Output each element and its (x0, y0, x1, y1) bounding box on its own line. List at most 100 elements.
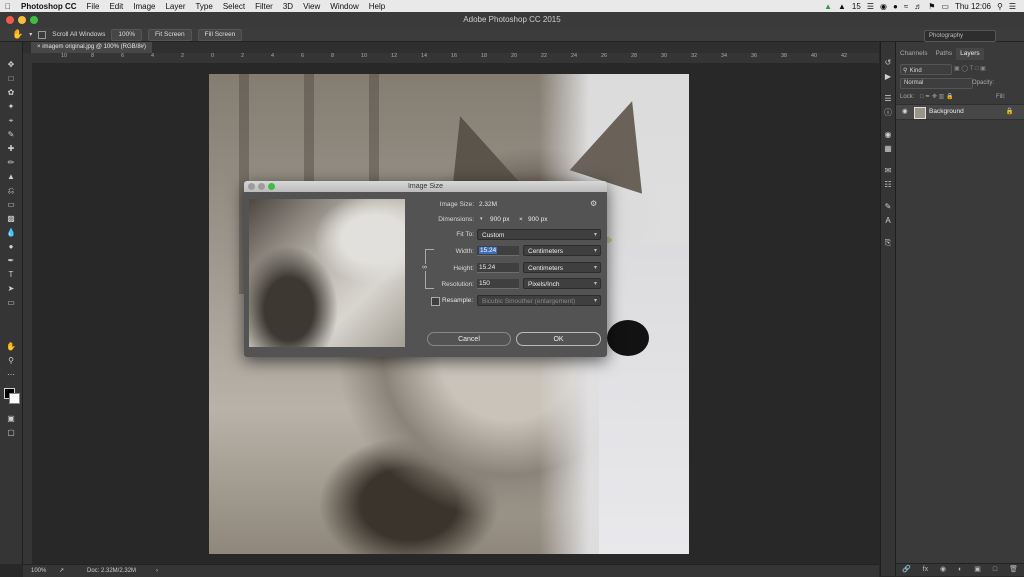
menu-type[interactable]: Type (190, 2, 217, 11)
menu-window[interactable]: Window (325, 2, 363, 11)
eye-icon[interactable]: ◉ (902, 105, 908, 119)
more-tools-icon[interactable]: ⋯ (5, 370, 17, 380)
resolution-input[interactable]: 150 (477, 279, 519, 289)
settings-gear-icon[interactable]: ⚙ (590, 199, 597, 208)
swatches-icon[interactable]: ▦ (883, 144, 893, 154)
flag-icon[interactable]: ⚑ (928, 2, 935, 11)
info-icon[interactable]: ⓘ (883, 108, 893, 118)
fill-screen-button[interactable]: Fill Screen (197, 28, 243, 41)
dodge-tool-icon[interactable]: ● (5, 242, 17, 252)
character-icon[interactable]: A (883, 216, 893, 226)
fit-to-select[interactable]: Custom ▾ (477, 229, 601, 240)
bell-icon[interactable]: ◉ (880, 2, 887, 11)
history-brush-icon[interactable]: ⎌ (5, 186, 17, 196)
record-icon[interactable]: ● (893, 2, 898, 11)
clock[interactable]: Thu 12:06 (955, 2, 991, 11)
apple-icon[interactable]:  (0, 2, 16, 11)
spotlight-icon[interactable]: ⚲ (997, 2, 1003, 11)
menu-file[interactable]: File (82, 2, 105, 11)
image-preview[interactable] (249, 199, 405, 347)
stamp-tool-icon[interactable]: ▲ (5, 172, 17, 182)
color-icon[interactable]: ◉ (883, 130, 893, 140)
fit-screen-button[interactable]: Fit Screen (147, 28, 192, 41)
layer-row-background[interactable]: ◉ Background 🔒 (896, 104, 1024, 120)
resolution-unit-select[interactable]: Pixels/Inch ▾ (523, 278, 601, 289)
blur-tool-icon[interactable]: 💧 (5, 228, 17, 238)
tool-preset-caret-icon[interactable]: ▾ (29, 31, 32, 38)
menu-3d[interactable]: 3D (278, 2, 298, 11)
notification-badge[interactable]: 15 (852, 2, 861, 11)
dimensions-caret-icon[interactable]: ▾ (480, 216, 483, 222)
resample-method-select[interactable]: Bicubic Smoother (enlargement) ▾ (477, 295, 601, 306)
pen-tool-icon[interactable]: ✒ (5, 256, 17, 266)
dialog-minimize-icon[interactable] (258, 183, 265, 190)
history-icon[interactable]: ↺ (883, 58, 893, 68)
maximize-icon[interactable] (30, 16, 38, 24)
adjustment-layer-icon[interactable]: ◐ (958, 564, 962, 576)
zoom-tool-icon[interactable]: ⚲ (5, 356, 17, 366)
dialog-zoom-icon[interactable] (268, 183, 275, 190)
background-color-swatch[interactable] (9, 393, 20, 404)
tab-paths[interactable]: Paths (931, 48, 956, 60)
kind-filter-select[interactable]: ⚲ Kind (900, 64, 952, 75)
magic-wand-icon[interactable]: ✦ (5, 102, 17, 112)
move-tool-icon[interactable]: ✥ (5, 60, 17, 70)
resample-checkbox[interactable] (431, 297, 440, 306)
upload-icon[interactable]: ▲ (824, 2, 832, 11)
clone-source-icon[interactable]: ⎘ (883, 238, 893, 248)
zoom-level[interactable]: 100% (31, 565, 46, 577)
healing-brush-icon[interactable]: ✚ (5, 144, 17, 154)
lasso-tool-icon[interactable]: ✿ (5, 88, 17, 98)
status-menu-icon[interactable]: › (156, 565, 158, 577)
properties-icon[interactable]: ☰ (883, 94, 893, 104)
trash-icon[interactable]: 🗑 (1009, 564, 1018, 576)
fx-icon[interactable]: fx (923, 564, 928, 576)
height-input[interactable]: 15.24 (477, 263, 519, 273)
menu-filter[interactable]: Filter (250, 2, 278, 11)
group-icon[interactable]: ▣ (974, 564, 981, 576)
hand-tool-icon[interactable]: ✋ (12, 29, 23, 40)
volume-icon[interactable]: ♬ (914, 2, 922, 11)
close-icon[interactable] (6, 16, 14, 24)
mask-icon[interactable]: ◉ (940, 564, 946, 576)
wifi-icon[interactable]: ≈ (904, 2, 908, 11)
menu-view[interactable]: View (298, 2, 325, 11)
libraries-icon[interactable]: ✉ (883, 166, 893, 176)
menu-select[interactable]: Select (218, 2, 250, 11)
filter-icons[interactable]: ▣ ◯ T □ ▣ (954, 64, 1020, 74)
new-layer-icon[interactable]: □ (993, 564, 997, 576)
brush-tool-icon[interactable]: ✏ (5, 158, 17, 168)
menu-help[interactable]: Help (364, 2, 390, 11)
tab-close-icon[interactable]: × (37, 44, 41, 50)
tab-layers[interactable]: Layers (956, 48, 984, 60)
dialog-close-icon[interactable] (248, 183, 255, 190)
battery-icon[interactable]: ▭ (941, 2, 949, 11)
menu-edit[interactable]: Edit (104, 2, 128, 11)
gradient-tool-icon[interactable]: ▩ (5, 214, 17, 224)
shape-tool-icon[interactable]: ▭ (5, 298, 17, 308)
minimize-icon[interactable] (18, 16, 26, 24)
path-selection-icon[interactable]: ➤ (5, 284, 17, 294)
quick-mask-icon[interactable]: ▣ (5, 414, 17, 424)
layers-icon[interactable]: ☰ (867, 2, 874, 11)
tab-channels[interactable]: Channels (896, 48, 931, 60)
document-tab[interactable]: × imagem original.jpg @ 100% (RGB/8#) (31, 42, 152, 53)
share-icon[interactable]: ↗ (59, 565, 64, 577)
zoom-100-button[interactable]: 100% (111, 28, 142, 41)
screen-mode-icon[interactable]: ▢ (5, 428, 17, 438)
brush-presets-icon[interactable]: ✎ (883, 202, 893, 212)
list-icon[interactable]: ☰ (1009, 2, 1016, 11)
blend-mode-select[interactable]: Normal (900, 78, 973, 89)
type-tool-icon[interactable]: T (5, 270, 17, 280)
adjustments-icon[interactable]: ☷ (883, 180, 893, 190)
crop-tool-icon[interactable]: ⌖ (5, 116, 17, 126)
width-unit-select[interactable]: Centimeters ▾ (523, 245, 601, 256)
width-input[interactable]: 15.24 (477, 246, 519, 256)
link-icon[interactable]: 🔗 (902, 564, 911, 576)
cancel-button[interactable]: Cancel (427, 332, 511, 346)
ok-button[interactable]: OK (516, 332, 601, 346)
lock-icons[interactable]: □ ✒ ✥ ▥ 🔒 (920, 92, 980, 102)
menu-layer[interactable]: Layer (160, 2, 190, 11)
adobe-icon[interactable]: ▲ (838, 2, 846, 11)
actions-play-icon[interactable]: ▶ (883, 72, 893, 82)
